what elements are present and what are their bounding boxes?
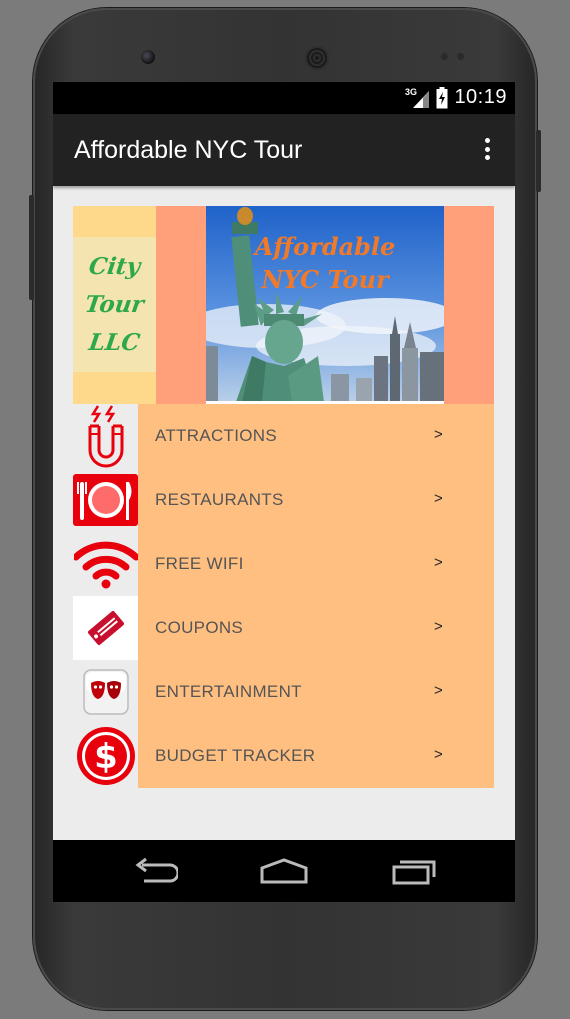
status-bar: 3G 10:19 (53, 82, 515, 114)
home-icon[interactable] (254, 852, 314, 890)
theater-masks-icon (73, 660, 138, 724)
discount-tag-icon (73, 596, 138, 660)
chevron-right-icon: > (434, 554, 443, 571)
menu-item-restaurants[interactable]: RESTAURANTS > (73, 468, 494, 532)
menu-item-entertainment[interactable]: ENTERTAINMENT > (73, 660, 494, 724)
menu-item-label: COUPONS (155, 618, 244, 637)
earpiece-speaker (305, 46, 329, 70)
logo-text: Tour (83, 290, 146, 318)
menu-item-label: ENTERTAINMENT (155, 682, 302, 701)
menu-item-label: FREE WIFI (155, 554, 244, 573)
front-camera (141, 50, 155, 64)
menu-item-label: ATTRACTIONS (155, 426, 277, 445)
app-title: Affordable NYC Tour (74, 136, 303, 164)
main-menu: ATTRACTIONS > RESTAURANTS > FREE WIFI > … (73, 404, 494, 788)
svg-text:$: $ (94, 737, 118, 777)
photo-title: Affordable (254, 232, 396, 261)
system-nav-bar (53, 840, 515, 902)
action-bar: Affordable NYC Tour (53, 114, 515, 186)
chevron-right-icon: > (434, 746, 443, 763)
dollar-icon: $ (73, 724, 138, 788)
screen: 3G 10:19 Affordable NYC Tour City Tour L… (53, 82, 515, 902)
header-banner: City Tour LLC Affordable NYC Tour (73, 206, 494, 404)
clock: 10:19 (454, 86, 507, 108)
proximity-sensor (441, 53, 448, 60)
company-logo: City Tour LLC (73, 206, 156, 404)
menu-item-coupons[interactable]: COUPONS > (73, 596, 494, 660)
photo-title: NYC Tour (261, 265, 389, 294)
battery-icon (436, 86, 448, 108)
more-vert-icon[interactable] (483, 138, 491, 164)
menu-item-label: BUDGET TRACKER (155, 746, 316, 765)
menu-item-budget-tracker[interactable]: $ BUDGET TRACKER > (73, 724, 494, 788)
wifi-icon (73, 532, 138, 596)
recents-icon[interactable] (384, 852, 444, 890)
chevron-right-icon: > (434, 490, 443, 507)
signal-icon (413, 90, 430, 108)
statue-of-liberty-photo: Affordable NYC Tour (206, 206, 444, 402)
logo-text: City (87, 252, 142, 280)
menu-item-free-wifi[interactable]: FREE WIFI > (73, 532, 494, 596)
magnet-icon (73, 404, 138, 468)
back-icon[interactable] (125, 852, 185, 890)
menu-item-label: RESTAURANTS (155, 490, 284, 509)
logo-text: LLC (87, 328, 142, 356)
power-button (536, 130, 541, 192)
light-sensor (457, 53, 464, 60)
plate-cutlery-icon (73, 468, 138, 532)
chevron-right-icon: > (434, 618, 443, 635)
chevron-right-icon: > (434, 426, 443, 443)
menu-item-attractions[interactable]: ATTRACTIONS > (73, 404, 494, 468)
volume-button (29, 195, 34, 300)
chevron-right-icon: > (434, 682, 443, 699)
